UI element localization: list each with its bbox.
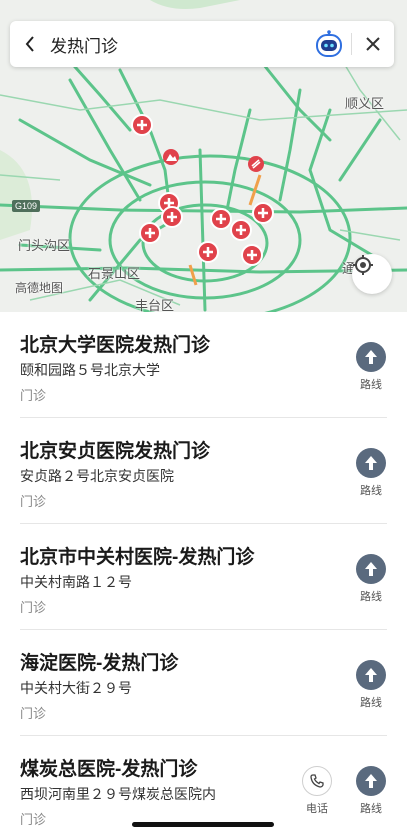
map-label: 顺义区 — [345, 96, 385, 111]
assistant-robot-icon — [316, 30, 342, 57]
list-item[interactable]: 煤炭总医院-发热门诊 西坝河南里２９号煤炭总医院内 门诊 电话 路线 — [0, 736, 407, 834]
route-label: 路线 — [360, 803, 382, 815]
route-button[interactable]: 路线 — [351, 448, 391, 498]
result-category: 门诊 — [20, 494, 47, 509]
phone-button[interactable]: 电话 — [297, 766, 337, 816]
route-button[interactable]: 路线 — [351, 660, 391, 710]
back-arrow-icon — [25, 36, 34, 52]
result-category: 门诊 — [20, 706, 47, 721]
result-category: 门诊 — [20, 600, 47, 615]
route-arrow-icon — [365, 456, 377, 470]
route-label: 路线 — [360, 697, 382, 709]
map-label: 门头沟区 — [18, 238, 71, 253]
route-label: 路线 — [360, 485, 382, 497]
map-label: 石景山区 — [88, 266, 141, 281]
route-label: 路线 — [360, 379, 382, 391]
result-name: 北京大学医院发热门诊 — [20, 335, 211, 356]
route-arrow-icon — [365, 668, 377, 682]
back-button[interactable] — [10, 21, 50, 67]
locate-icon — [353, 255, 373, 275]
assistant-button[interactable] — [307, 21, 351, 67]
result-category: 门诊 — [20, 388, 47, 403]
result-name: 海淀医院-发热门诊 — [20, 653, 179, 674]
route-label: 路线 — [360, 591, 382, 603]
route-arrow-icon — [365, 774, 377, 788]
phone-label: 电话 — [306, 803, 328, 815]
search-input[interactable]: 发热门诊 — [50, 32, 307, 57]
result-address: 颐和园路５号北京大学 — [20, 362, 160, 378]
map-label: 丰台区 — [135, 298, 175, 312]
list-item[interactable]: 北京安贞医院发热门诊 安贞路２号北京安贞医院 门诊 路线 — [0, 418, 407, 524]
route-button[interactable]: 路线 — [351, 766, 391, 816]
home-indicator[interactable] — [132, 822, 274, 827]
route-button[interactable]: 路线 — [351, 342, 391, 392]
route-button[interactable]: 路线 — [351, 554, 391, 604]
result-name: 北京市中关村医院-发热门诊 — [20, 547, 255, 568]
list-item[interactable]: 海淀医院-发热门诊 中关村大街２９号 门诊 路线 — [0, 630, 407, 736]
results-list: 北京大学医院发热门诊 颐和园路５号北京大学 门诊 路线 北京安贞医院发热门诊 安… — [0, 312, 407, 834]
close-button[interactable] — [352, 21, 394, 67]
phone-icon — [310, 774, 324, 788]
result-address: 中关村大街２９号 — [20, 680, 132, 696]
close-icon — [366, 37, 380, 51]
list-item[interactable]: 北京市中关村医院-发热门诊 中关村南路１２号 门诊 路线 — [0, 524, 407, 630]
locate-button[interactable] — [352, 254, 392, 294]
result-category: 门诊 — [20, 812, 47, 827]
result-address: 西坝河南里２９号煤炭总医院内 — [20, 786, 216, 802]
route-arrow-icon — [365, 350, 377, 364]
map-brand-label: 高德地图 — [15, 281, 64, 295]
result-name: 北京安贞医院发热门诊 — [20, 441, 211, 462]
list-item[interactable]: 北京大学医院发热门诊 颐和园路５号北京大学 门诊 路线 — [0, 312, 407, 418]
search-bar: 发热门诊 — [10, 21, 394, 67]
result-name: 煤炭总医院-发热门诊 — [20, 759, 198, 780]
highway-shield: G109 — [12, 200, 41, 212]
result-address: 中关村南路１２号 — [20, 574, 132, 590]
route-arrow-icon — [365, 562, 377, 576]
result-address: 安贞路２号北京安贞医院 — [20, 468, 174, 484]
